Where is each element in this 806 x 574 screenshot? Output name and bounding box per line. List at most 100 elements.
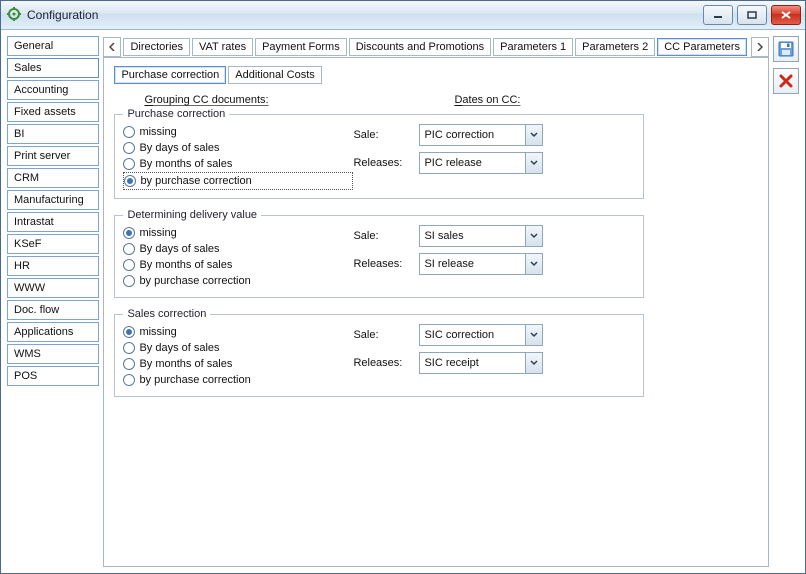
radio-label: By months of sales bbox=[139, 259, 232, 271]
tab-directories[interactable]: Directories bbox=[123, 38, 190, 56]
group-purchase-correction: Purchase correction missing By days of sal… bbox=[114, 108, 644, 199]
radio-label: missing bbox=[139, 227, 176, 239]
sidebar-item-bi[interactable]: BI bbox=[7, 124, 99, 144]
tab-strip: Directories VAT rates Payment Forms Discoun… bbox=[103, 36, 769, 58]
maximize-button[interactable] bbox=[737, 5, 767, 25]
radio-by-purchase-correction[interactable]: by purchase correction bbox=[123, 372, 353, 388]
sale-dropdown[interactable]: SI sales bbox=[419, 225, 543, 247]
sidebar-item-print-server[interactable]: Print server bbox=[7, 146, 99, 166]
content: Directories VAT rates Payment Forms Discoun… bbox=[103, 36, 769, 567]
tab-payment-forms[interactable]: Payment Forms bbox=[255, 38, 347, 56]
sidebar-item-doc-flow[interactable]: Doc. flow bbox=[7, 300, 99, 320]
group-sales-correction: Sales correctionmissingBy days of salesB… bbox=[114, 308, 644, 397]
radio-missing[interactable]: missing bbox=[123, 225, 353, 241]
sale-label: Sale: bbox=[353, 329, 413, 341]
header-grouping: Grouping CC documents: bbox=[144, 94, 268, 106]
group-legend: Purchase correction bbox=[123, 108, 229, 120]
radio-label: By months of sales bbox=[139, 358, 232, 370]
radio-by-months-of-sales[interactable]: By months of sales bbox=[123, 356, 353, 372]
radio-by-days-of-sales[interactable]: By days of sales bbox=[123, 340, 353, 356]
radio-icon bbox=[123, 275, 135, 287]
sale-dropdown[interactable]: PIC correction bbox=[419, 124, 543, 146]
chevron-down-icon bbox=[525, 353, 542, 373]
sidebar-item-label: Print server bbox=[14, 150, 70, 162]
tab-label: Directories bbox=[130, 41, 183, 53]
tab-cc-parameters[interactable]: CC Parameters bbox=[657, 38, 747, 56]
sidebar-item-general[interactable]: General bbox=[7, 36, 99, 56]
sidebar-item-ksef[interactable]: KSeF bbox=[7, 234, 99, 254]
titlebar: Configuration bbox=[1, 1, 805, 30]
sidebar-item-crm[interactable]: CRM bbox=[7, 168, 99, 188]
config-window: Configuration GeneralSales Accounting Fixe… bbox=[0, 0, 806, 574]
sidebar-item-label: Intrastat bbox=[14, 216, 54, 228]
group-determining-delivery-value: Determining delivery value missing By days… bbox=[114, 209, 644, 298]
sidebar-item-fixed-assets[interactable]: Fixed assets bbox=[7, 102, 99, 122]
sidebar-item-www[interactable]: WWW bbox=[7, 278, 99, 298]
releases-dropdown[interactable]: PIC release bbox=[419, 152, 543, 174]
sale-dropdown[interactable]: SIC correction bbox=[419, 324, 543, 346]
subtab-label: Purchase correction bbox=[121, 69, 219, 81]
group-legend: Determining delivery value bbox=[123, 209, 261, 221]
save-button[interactable] bbox=[773, 36, 799, 62]
sub-tabs: Purchase correction Additional Costs bbox=[114, 66, 758, 84]
tab-scroll-right[interactable] bbox=[751, 37, 769, 57]
radio-by-purchase-correction[interactable]: by purchase correction bbox=[123, 172, 353, 190]
tab-label: Payment Forms bbox=[262, 41, 340, 53]
sidebar-item-intrastat[interactable]: Intrastat bbox=[7, 212, 99, 232]
tab-parameters-2[interactable]: Parameters 2 bbox=[575, 38, 655, 56]
sidebar-item-sales[interactable]: Sales bbox=[7, 58, 99, 78]
window-controls bbox=[703, 5, 801, 25]
sidebar-item-pos[interactable]: POS bbox=[7, 366, 99, 386]
main-tabs: Directories VAT rates Payment Forms Discoun… bbox=[123, 38, 747, 56]
dropdown-value: SIC correction bbox=[420, 325, 525, 345]
sidebar-item-label: HR bbox=[14, 260, 30, 272]
sidebar-item-label: Applications bbox=[14, 326, 73, 338]
radio-label: By days of sales bbox=[139, 142, 219, 154]
minimize-button[interactable] bbox=[703, 5, 733, 25]
cancel-button[interactable] bbox=[773, 68, 799, 94]
radio-by-months-of-sales[interactable]: By months of sales bbox=[123, 156, 353, 172]
sidebar-item-label: WMS bbox=[14, 348, 41, 360]
releases-dropdown[interactable]: SIC receipt bbox=[419, 352, 543, 374]
tab-parameters-1[interactable]: Parameters 1 bbox=[493, 38, 573, 56]
sidebar-item-hr[interactable]: HR bbox=[7, 256, 99, 276]
radio-icon bbox=[123, 374, 135, 386]
radio-icon bbox=[123, 342, 135, 354]
sidebar-item-label: BI bbox=[14, 128, 24, 140]
tab-vat-rates[interactable]: VAT rates bbox=[192, 38, 253, 56]
releases-dropdown[interactable]: SI release bbox=[419, 253, 543, 275]
radio-by-purchase-correction[interactable]: by purchase correction bbox=[123, 273, 353, 289]
groups-host: Purchase correctionmissingBy days of sal… bbox=[114, 108, 758, 397]
sidebar-item-label: Accounting bbox=[14, 84, 68, 96]
radio-label: By days of sales bbox=[139, 243, 219, 255]
radio-missing[interactable]: missing bbox=[123, 124, 353, 140]
sale-label: Sale: bbox=[353, 230, 413, 242]
radio-icon bbox=[123, 142, 135, 154]
tab-discounts-and-promotions[interactable]: Discounts and Promotions bbox=[349, 38, 491, 56]
close-button[interactable] bbox=[771, 5, 801, 25]
subtab-label: Additional Costs bbox=[235, 69, 315, 81]
sidebar-item-wms[interactable]: WMS bbox=[7, 344, 99, 364]
sidebar-item-accounting[interactable]: Accounting bbox=[7, 80, 99, 100]
radio-icon bbox=[123, 259, 135, 271]
sidebar-item-label: CRM bbox=[14, 172, 39, 184]
sidebar-item-applications[interactable]: Applications bbox=[7, 322, 99, 342]
radio-by-days-of-sales[interactable]: By days of sales bbox=[123, 140, 353, 156]
sidebar-item-label: Doc. flow bbox=[14, 304, 59, 316]
radio-icon bbox=[124, 175, 136, 187]
radio-by-months-of-sales[interactable]: By months of sales bbox=[123, 257, 353, 273]
subtab-additional-costs[interactable]: Additional Costs bbox=[228, 66, 322, 84]
radio-icon bbox=[123, 158, 135, 170]
radio-icon bbox=[123, 227, 135, 239]
sidebar-item-manufacturing[interactable]: Manufacturing bbox=[7, 190, 99, 210]
radio-by-days-of-sales[interactable]: By days of sales bbox=[123, 241, 353, 257]
radio-label: by purchase correction bbox=[139, 374, 250, 386]
subtab-purchase-correction[interactable]: Purchase correction bbox=[114, 66, 226, 84]
sidebar: GeneralSales Accounting Fixed assets BI Prin… bbox=[7, 36, 99, 567]
right-rail bbox=[773, 36, 799, 567]
dropdown-value: SI sales bbox=[420, 226, 525, 246]
radio-missing[interactable]: missing bbox=[123, 324, 353, 340]
chevron-down-icon bbox=[525, 226, 542, 246]
tab-scroll-left[interactable] bbox=[103, 37, 121, 57]
tab-label: Parameters 1 bbox=[500, 41, 566, 53]
